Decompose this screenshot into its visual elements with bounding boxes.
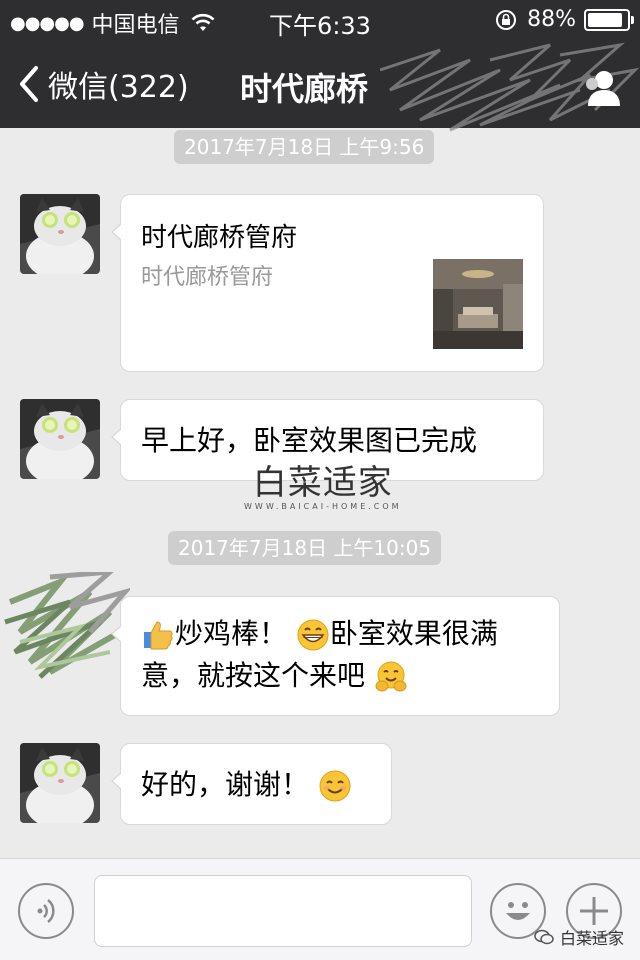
voice-button[interactable] [18, 883, 74, 939]
chat-title: 时代廊桥 [240, 70, 369, 108]
link-card-description: 时代廊桥管府 [141, 265, 274, 290]
avatar[interactable] [20, 743, 100, 823]
watermark: 白菜适家 WWW.BAICAI-HOME.COM [244, 455, 402, 511]
cat-avatar-icon [20, 399, 100, 479]
cat-avatar-icon [20, 194, 100, 274]
voice-icon [37, 899, 55, 923]
source-credit: 白菜适家 [534, 925, 624, 949]
input-bar: 白菜适家 [0, 858, 640, 960]
link-card-bubble[interactable]: 时代廊桥管府 时代廊桥管府 [111, 194, 544, 372]
nav-bar: 微信(322) 时代廊桥 [0, 40, 640, 132]
timestamp: 2017年7月18日 上午9:56 [174, 130, 435, 164]
chevron-left-icon [20, 66, 38, 102]
link-card-title: 时代廊桥管府 [141, 223, 298, 253]
person-icon[interactable] [578, 64, 624, 110]
back-label: 微信(322) [48, 70, 189, 105]
battery-percent: 88% [527, 7, 576, 32]
status-bar: ●●●●● 中国电信 下午6:33 88% [0, 0, 640, 40]
smiling-face-icon [319, 770, 351, 802]
back-button[interactable]: 微信(322) [18, 62, 189, 106]
avatar[interactable] [20, 194, 100, 274]
wechat-icon [534, 929, 554, 945]
avatar[interactable] [20, 399, 100, 479]
hugging-face-icon [375, 661, 407, 692]
message-bubble[interactable]: 炒鸡棒！ 卧室效果很满意，就按这个来吧 [111, 596, 560, 716]
message-input[interactable] [94, 875, 472, 947]
grinning-face-icon [297, 619, 329, 651]
rotation-lock-icon [496, 9, 517, 30]
message-text-part: 炒鸡棒！ [175, 617, 288, 650]
link-card-thumbnail [433, 259, 523, 349]
message-bubble[interactable]: 好的，谢谢！ [111, 743, 392, 825]
thumbs-up-icon [144, 621, 173, 650]
timestamp: 2017年7月18日 上午10:05 [168, 531, 442, 565]
status-right: 88% [495, 7, 634, 32]
battery-icon [584, 8, 634, 31]
source-credit-label: 白菜适家 [559, 929, 624, 948]
watermark-url: WWW.BAICAI-HOME.COM [244, 502, 402, 511]
message-text: 好的，谢谢！ [141, 764, 352, 806]
watermark-logo: 白菜适家 [252, 463, 393, 503]
message-text-part: 好的，谢谢！ [141, 768, 310, 801]
cat-avatar-icon [20, 743, 100, 823]
message-text: 炒鸡棒！ 卧室效果很满意，就按这个来吧 [141, 613, 553, 697]
